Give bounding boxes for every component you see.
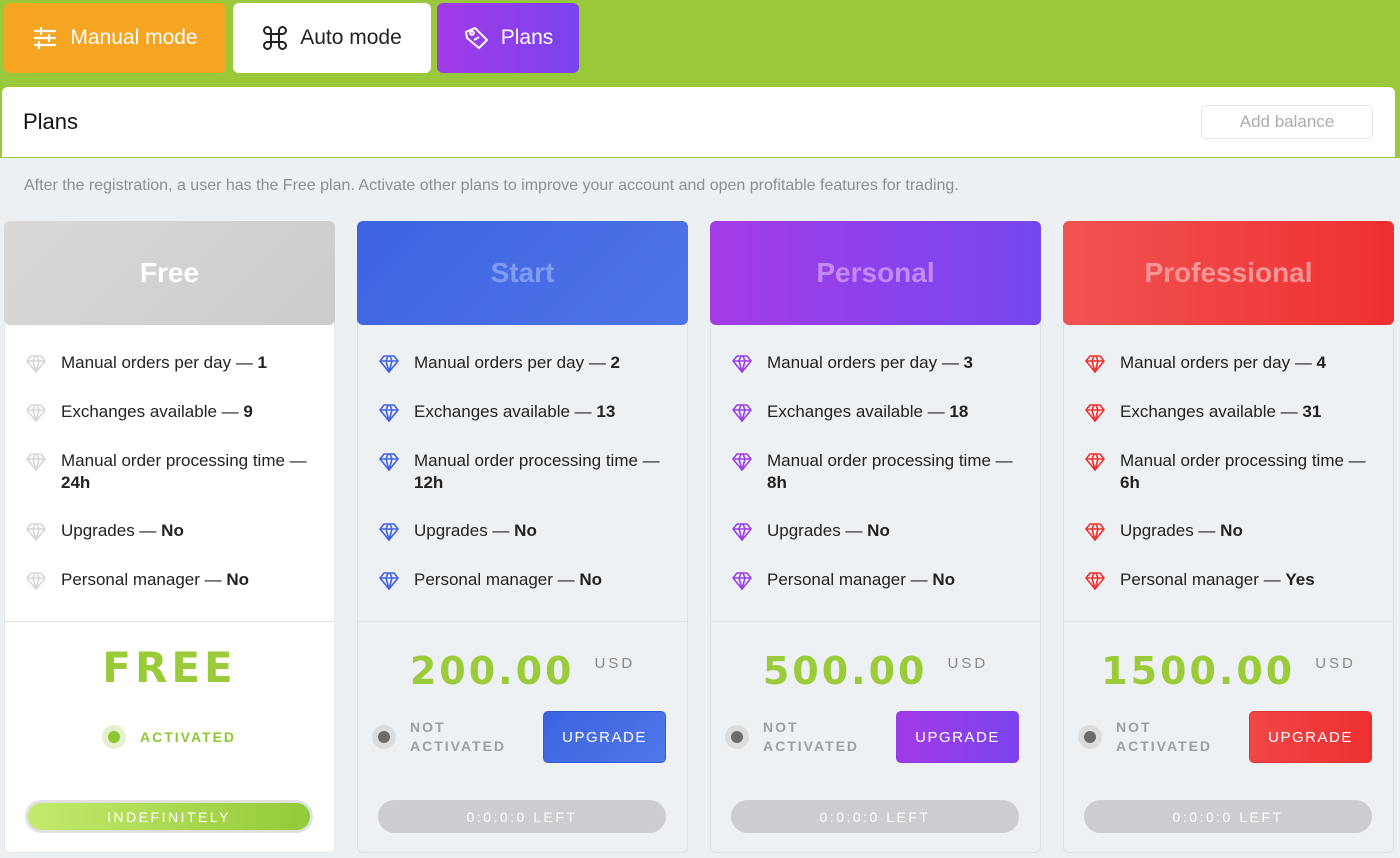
diamond-icon (1084, 402, 1106, 424)
tab-plans[interactable]: Plans (437, 3, 579, 73)
plan-card-free: Free Manual orders per day — 1 Exchanges… (4, 221, 335, 853)
feature-item: Manual orders per day — 4 (1084, 352, 1380, 375)
feature-item: Manual order processing time — 8h (731, 450, 1027, 494)
diamond-icon (378, 570, 400, 592)
plan-currency: USD (947, 655, 989, 672)
plan-card-start: Start Manual orders per day — 2 Exchange… (357, 221, 688, 853)
feature-item: Exchanges available — 9 (25, 401, 321, 424)
upgrade-button[interactable]: UPGRADE (1249, 711, 1372, 763)
status-label: NOT ACTIVATED (1116, 719, 1213, 754)
status-indicator (102, 725, 126, 749)
feature-item: Personal manager — No (731, 569, 1027, 592)
diamond-icon (731, 521, 753, 543)
diamond-icon (25, 402, 47, 424)
diamond-icon (731, 451, 753, 473)
diamond-icon (731, 353, 753, 375)
diamond-icon (25, 521, 47, 543)
feature-list: Manual orders per day — 1 Exchanges avai… (5, 325, 334, 592)
diamond-icon (378, 451, 400, 473)
feature-item: Manual order processing time — 6h (1084, 450, 1380, 494)
feature-item: Upgrades — No (731, 520, 1027, 543)
tab-auto-mode-label: Auto mode (300, 26, 402, 49)
plan-status: NOT ACTIVATED (1078, 718, 1212, 756)
time-left-bar: 0:0:0:0 LEFT (378, 800, 666, 833)
status-indicator (1078, 725, 1102, 749)
plan-title: Free (4, 221, 335, 325)
plan-price: 1500.00 (1101, 649, 1296, 693)
feature-item: Manual orders per day — 2 (378, 352, 674, 375)
plan-price-row: 1500.00 USD (1064, 649, 1393, 693)
price-tag-icon (464, 27, 488, 49)
status-indicator (725, 725, 749, 749)
plans-description: After the registration, a user has the F… (24, 177, 959, 194)
upgrade-button[interactable]: UPGRADE (543, 711, 666, 763)
plan-title: Start (357, 221, 688, 325)
plan-title: Professional (1063, 221, 1394, 325)
plans-header: Plans Add balance (2, 87, 1395, 157)
add-balance-button[interactable]: Add balance (1201, 105, 1373, 139)
diamond-icon (1084, 570, 1106, 592)
diamond-icon (25, 451, 47, 473)
feature-item: Personal manager — No (378, 569, 674, 592)
diamond-icon (1084, 353, 1106, 375)
divider (5, 621, 334, 622)
diamond-icon (378, 353, 400, 375)
divider (358, 621, 687, 622)
plan-currency: USD (594, 655, 636, 672)
tab-manual-mode-label: Manual mode (70, 26, 198, 49)
diamond-icon (1084, 521, 1106, 543)
feature-item: Personal manager — No (25, 569, 321, 592)
feature-item: Exchanges available — 18 (731, 401, 1027, 424)
feature-item: Exchanges available — 13 (378, 401, 674, 424)
diamond-icon (25, 570, 47, 592)
plan-status: NOT ACTIVATED (372, 718, 506, 756)
divider (711, 621, 1040, 622)
tab-plans-label: Plans (500, 26, 554, 49)
diamond-icon (1084, 451, 1106, 473)
feature-list: Manual orders per day — 2 Exchanges avai… (358, 325, 687, 592)
feature-item: Manual orders per day — 3 (731, 352, 1027, 375)
divider (1064, 621, 1393, 622)
tab-manual-mode[interactable]: Manual mode (4, 3, 226, 73)
feature-item: Manual order processing time — 24h (25, 450, 321, 494)
plan-price: FREE (102, 643, 237, 692)
plan-price: 500.00 (762, 649, 928, 693)
diamond-icon (378, 521, 400, 543)
time-left-bar: 0:0:0:0 LEFT (731, 800, 1019, 833)
plan-price-row: 500.00 USD (711, 649, 1040, 693)
status-label: NOT ACTIVATED (763, 719, 860, 754)
feature-list: Manual orders per day — 4 Exchanges avai… (1064, 325, 1393, 592)
feature-item: Exchanges available — 31 (1084, 401, 1380, 424)
diamond-icon (731, 402, 753, 424)
plan-card-professional: Professional Manual orders per day — 4 E… (1063, 221, 1394, 853)
time-left-bar: 0:0:0:0 LEFT (1084, 800, 1372, 833)
page-title: Plans (23, 109, 79, 134)
feature-item: Personal manager — Yes (1084, 569, 1380, 592)
diamond-icon (731, 570, 753, 592)
feature-item: Upgrades — No (25, 520, 321, 543)
tab-auto-mode[interactable]: Auto mode (233, 3, 431, 73)
plan-currency: USD (1315, 655, 1356, 672)
feature-list: Manual orders per day — 3 Exchanges avai… (711, 325, 1040, 592)
feature-item: Manual order processing time — 12h (378, 450, 674, 494)
plan-status: ACTIVATED (102, 725, 236, 749)
feature-item: Manual orders per day — 1 (25, 352, 321, 375)
upgrade-button[interactable]: UPGRADE (896, 711, 1019, 763)
command-icon (263, 26, 288, 50)
plan-price-row: 200.00 USD (358, 649, 687, 693)
diamond-icon (25, 353, 47, 375)
status-indicator (372, 725, 396, 749)
plan-status: NOT ACTIVATED (725, 718, 859, 756)
plan-card-personal: Personal Manual orders per day — 3 Excha… (710, 221, 1041, 853)
plan-period-bar: INDEFINITELY (25, 800, 313, 833)
feature-item: Upgrades — No (1084, 520, 1380, 543)
diamond-icon (378, 402, 400, 424)
plan-title: Personal (710, 221, 1041, 325)
status-label: NOT ACTIVATED (410, 719, 507, 754)
plan-period-label: INDEFINITELY (28, 803, 310, 830)
sliders-icon (34, 26, 57, 50)
status-label: ACTIVATED (140, 728, 237, 745)
feature-item: Upgrades — No (378, 520, 674, 543)
plan-price: 200.00 (409, 649, 575, 693)
